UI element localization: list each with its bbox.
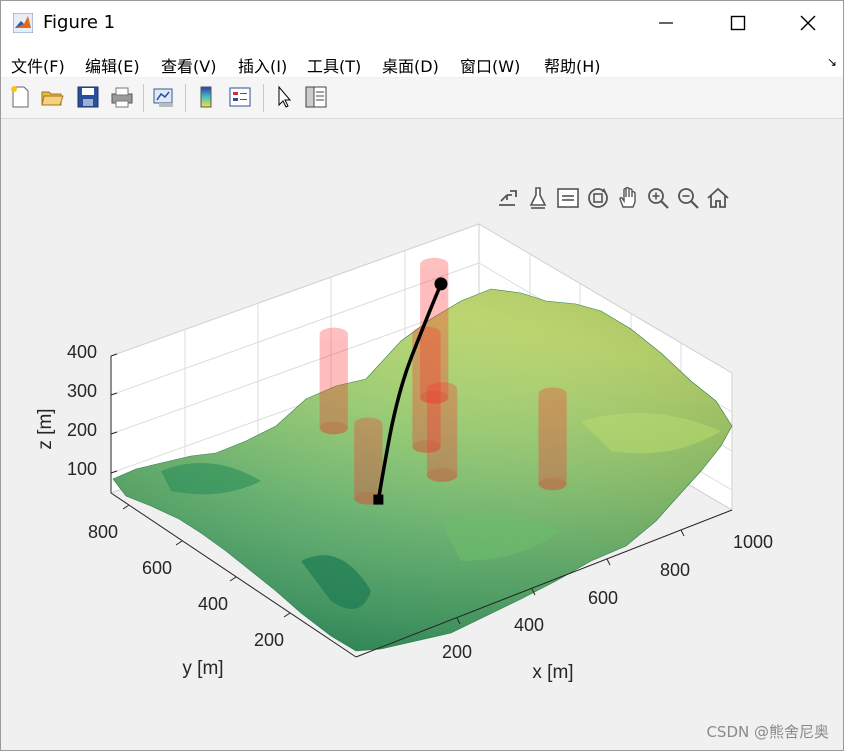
z-tick-label: 400 xyxy=(67,342,97,362)
y-tick-label: 800 xyxy=(88,522,118,542)
cylinder-body xyxy=(319,334,348,435)
x-tick-label: 600 xyxy=(588,588,618,608)
cylinder-top xyxy=(538,387,567,401)
path-start-marker xyxy=(373,494,384,505)
threat-cylinder xyxy=(319,327,348,435)
y-tick-label: 600 xyxy=(142,558,172,578)
z-tick-label: 100 xyxy=(67,459,97,479)
cylinder-base xyxy=(538,477,567,491)
cylinder-top xyxy=(412,326,441,340)
z-tick-label: 300 xyxy=(67,381,97,401)
cylinder-base xyxy=(426,468,458,482)
figure-window: Figure 1 文件(F) 编辑(E) 查看(V) 插入(I) 工具(T) 桌… xyxy=(0,0,844,751)
threat-cylinder xyxy=(538,387,567,491)
cylinder-body xyxy=(538,393,567,491)
y-tick-label: 200 xyxy=(254,630,284,650)
y-axis-label: y [m] xyxy=(182,658,223,679)
cylinder-top xyxy=(420,257,449,271)
cylinder-base xyxy=(319,421,348,435)
watermark-text: CSDN @熊舍尼奥 xyxy=(706,723,829,741)
threat-cylinder xyxy=(426,382,458,482)
x-tick-label: 200 xyxy=(442,642,472,662)
path-end-marker xyxy=(434,277,448,291)
cylinder-body xyxy=(426,388,458,482)
z-tick-labels: 400 300 200 100 xyxy=(67,342,97,479)
x-tick-label: 400 xyxy=(514,615,544,635)
z-tick-label: 200 xyxy=(67,420,97,440)
cylinder-top xyxy=(426,382,458,396)
x-tick-label: 1000 xyxy=(733,532,773,552)
x-tick-label: 800 xyxy=(660,560,690,580)
cylinder-top xyxy=(354,417,383,431)
plot-3d[interactable]: 400 300 200 100 800 600 400 200 200 400 … xyxy=(1,1,843,750)
y-tick-label: 400 xyxy=(198,594,228,614)
cylinder-top xyxy=(319,327,348,341)
z-axis-label: z [m] xyxy=(35,408,56,449)
x-axis-label: x [m] xyxy=(532,662,573,683)
